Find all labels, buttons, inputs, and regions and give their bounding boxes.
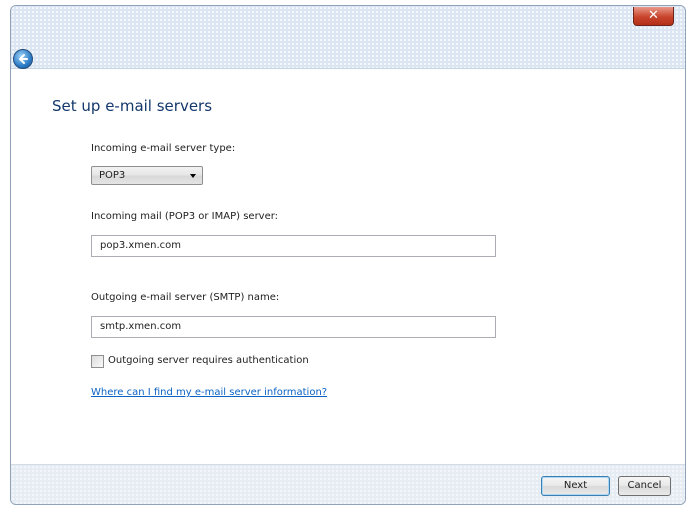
incoming-server-input[interactable]: pop3.xmen.com [91, 235, 496, 257]
wizard-content: Set up e-mail servers Incoming e-mail se… [11, 69, 685, 467]
incoming-type-label: Incoming e-mail server type: [91, 143, 236, 154]
chevron-down-icon [190, 174, 196, 178]
outgoing-server-label: Outgoing e-mail server (SMTP) name: [91, 292, 280, 303]
auth-checkbox-label[interactable]: Outgoing server requires authentication [108, 355, 309, 366]
outgoing-server-input[interactable]: smtp.xmen.com [91, 316, 496, 338]
server-info-help-link[interactable]: Where can I find my e-mail server inform… [91, 387, 327, 398]
title-bar: ✕ [11, 6, 685, 69]
back-arrow-icon [19, 54, 28, 64]
close-button[interactable]: ✕ [633, 7, 674, 26]
email-setup-window: ✕ Set up e-mail servers Incoming e-mail … [10, 5, 686, 505]
wizard-footer: Next Cancel [11, 464, 685, 504]
auth-checkbox[interactable] [91, 355, 104, 368]
incoming-type-value: POP3 [99, 170, 126, 181]
next-button[interactable]: Next [541, 476, 610, 496]
incoming-server-label: Incoming mail (POP3 or IMAP) server: [91, 211, 279, 222]
cancel-button[interactable]: Cancel [618, 476, 671, 496]
back-button[interactable] [13, 49, 33, 69]
incoming-type-select[interactable]: POP3 [91, 166, 203, 185]
close-icon: ✕ [648, 8, 659, 23]
page-title: Set up e-mail servers [52, 97, 213, 115]
